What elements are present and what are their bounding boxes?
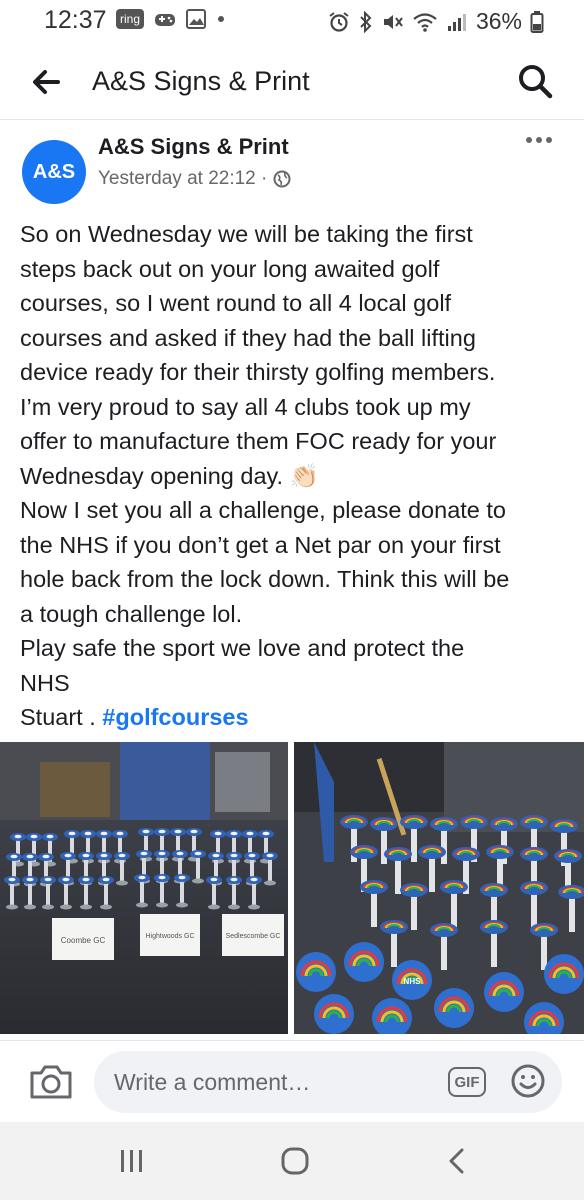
camera-icon[interactable] xyxy=(28,1063,74,1101)
status-right-icons: 36% xyxy=(328,8,544,35)
post-signature: Stuart . xyxy=(20,704,103,730)
status-left-icons: ring xyxy=(116,9,226,29)
photo-left-image: Coombe GC Hightwoods GC Sedlescombe GC xyxy=(0,742,288,1034)
avatar[interactable]: A&S xyxy=(22,140,86,204)
home-icon[interactable] xyxy=(280,1146,310,1176)
bluetooth-icon xyxy=(360,10,372,33)
image-icon xyxy=(186,9,207,29)
post-body: So on Wednesday we will be taking the fi… xyxy=(20,217,570,735)
comment-bar: Write a comment… GIF xyxy=(0,1040,584,1122)
post-text-line: courses and asked if they had the ball l… xyxy=(20,324,476,351)
system-nav-bar xyxy=(0,1122,584,1200)
status-time: 12:37 xyxy=(44,6,107,34)
nhs-label: NHS xyxy=(404,977,422,986)
sign-coombe: Coombe GC xyxy=(61,936,106,945)
post-text-line: So on Wednesday we will be taking the fi… xyxy=(20,221,473,247)
ring-icon: ring xyxy=(116,9,145,29)
hashtag-link[interactable]: #golfcourses xyxy=(102,704,248,730)
game-controller-icon xyxy=(155,14,176,26)
post-text-line: a tough challenge lol. xyxy=(20,600,243,627)
recent-apps-icon[interactable] xyxy=(116,1147,146,1175)
post-photo-left[interactable]: Coombe GC Hightwoods GC Sedlescombe GC xyxy=(0,742,288,1034)
globe-icon xyxy=(273,170,291,188)
page-title: A&S Signs & Print xyxy=(92,66,310,96)
battery-percent: 36% xyxy=(475,8,522,34)
sign-hightwoods: Hightwoods GC xyxy=(145,933,194,940)
alarm-icon xyxy=(329,11,349,32)
signal-icon xyxy=(447,13,466,31)
post-page-name[interactable]: A&S Signs & Print xyxy=(98,134,289,160)
comment-input[interactable]: Write a comment… GIF xyxy=(94,1051,562,1113)
wifi-icon xyxy=(413,12,437,32)
post-text-line: the NHS if you don’t get a Net par on yo… xyxy=(20,531,501,558)
post-timestamp[interactable]: Yesterday at 22:12 · xyxy=(98,168,267,190)
post-signature-line: Stuart . #golfcourses xyxy=(20,700,570,735)
sign-sedlescombe: Sedlescombe GC xyxy=(226,933,281,940)
post-text-line: Now I set you all a challenge, please do… xyxy=(20,497,506,523)
emoji-icon[interactable] xyxy=(510,1063,546,1099)
search-icon[interactable] xyxy=(516,62,554,100)
app-bar: A&S Signs & Print xyxy=(0,44,584,120)
gif-button[interactable]: GIF xyxy=(448,1067,486,1097)
post-text-line: offer to manufacture them FOC ready for … xyxy=(20,428,497,454)
post-text-line: Wednesday opening day. 👏🏻 xyxy=(20,462,319,489)
post-text-line: NHS xyxy=(20,669,70,696)
dot-icon xyxy=(218,16,225,22)
post-text-line: Play safe the sport we love and protect … xyxy=(20,635,465,661)
post-text-line: courses, so I went round to all 4 local … xyxy=(20,290,452,316)
back-icon[interactable] xyxy=(446,1147,468,1175)
status-bar: 12:37 ring 36% xyxy=(0,0,584,44)
post-meta: Yesterday at 22:12 · xyxy=(98,168,291,190)
back-arrow-icon[interactable] xyxy=(28,64,64,100)
post-text-line: hole back from the lock down. Think this… xyxy=(20,566,510,592)
photo-right-image: NHS xyxy=(294,742,584,1034)
post-photo-right[interactable]: NHS xyxy=(294,742,584,1034)
comment-placeholder: Write a comment… xyxy=(114,1069,311,1095)
more-options-icon[interactable] xyxy=(524,130,554,150)
mute-icon xyxy=(383,14,403,29)
post-text-line: I’m very proud to say all 4 clubs took u… xyxy=(20,393,471,420)
battery-icon xyxy=(530,10,544,33)
post-text-line: steps back out on your long awaited golf xyxy=(20,255,440,282)
post-text-line: device ready for their thirsty golfing m… xyxy=(20,359,496,385)
post-header: A&S A&S Signs & Print Yesterday at 22:12… xyxy=(0,122,584,204)
